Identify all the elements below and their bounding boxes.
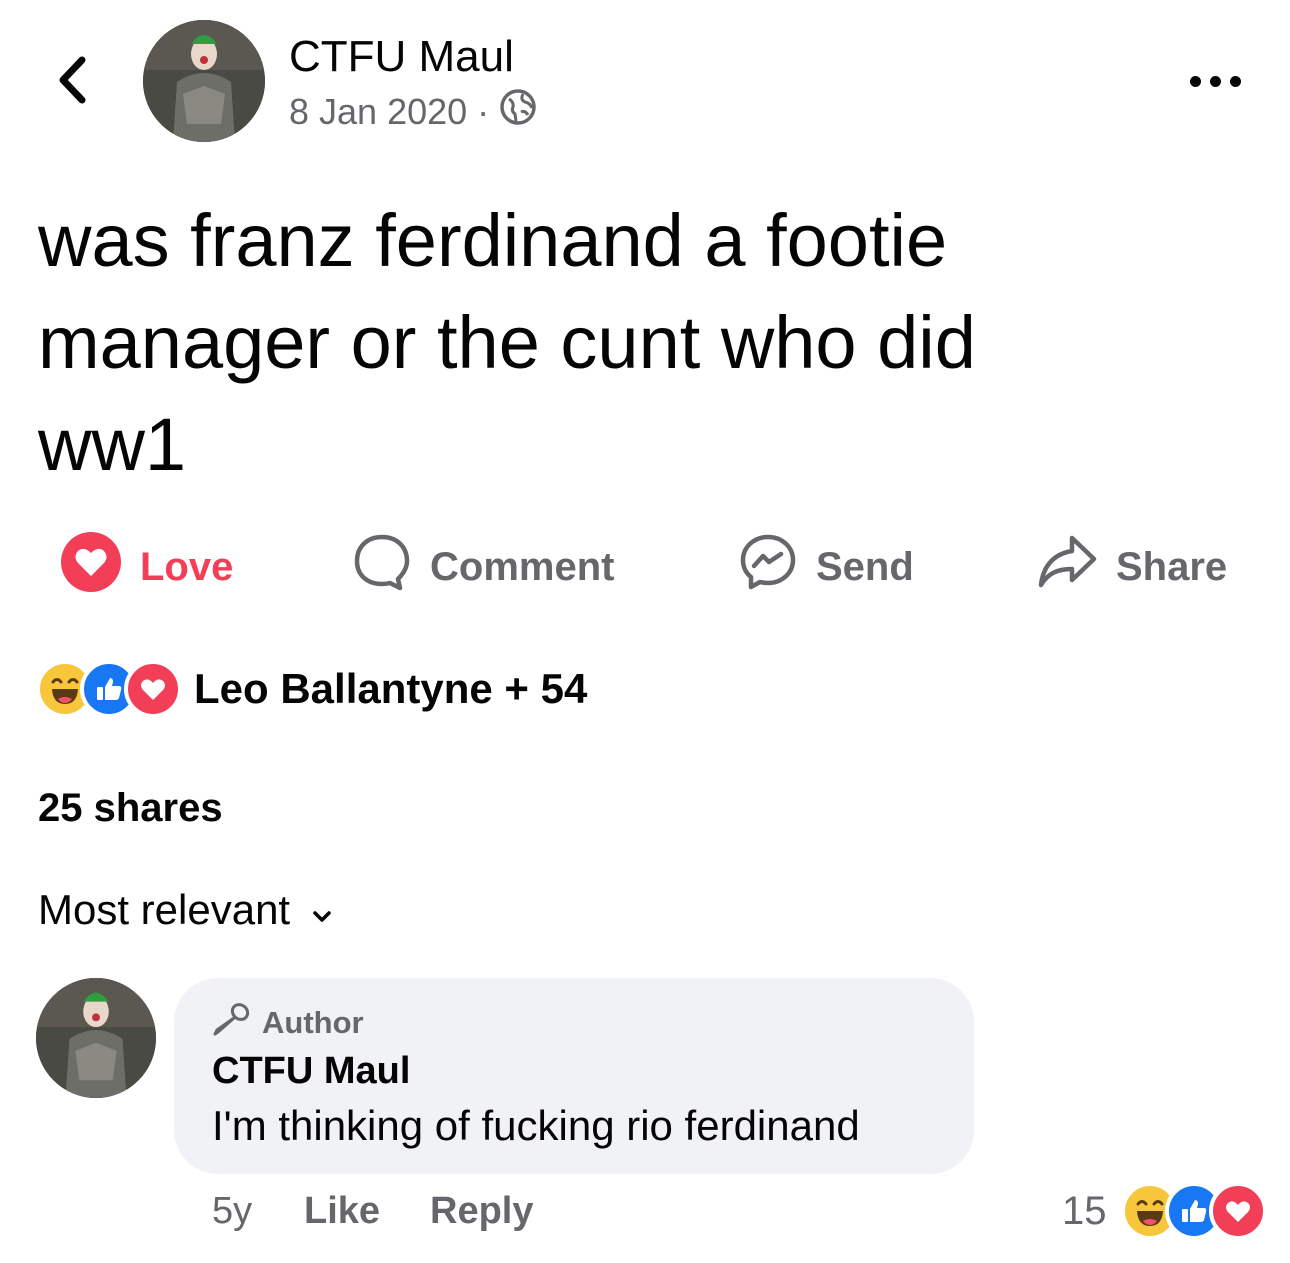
love-button[interactable]: Love bbox=[60, 531, 234, 603]
chevron-down-icon bbox=[312, 886, 332, 934]
comment-button[interactable]: Comment bbox=[352, 534, 614, 600]
commenter-name[interactable]: CTFU Maul bbox=[212, 1050, 410, 1093]
post-author-name[interactable]: CTFU Maul bbox=[289, 32, 514, 82]
comment-reaction-count: 15 bbox=[1062, 1188, 1107, 1233]
comment-reaction-icons bbox=[1120, 1182, 1267, 1240]
sort-label: Most relevant bbox=[38, 886, 291, 933]
author-badge-label: Author bbox=[262, 1005, 364, 1040]
comment-text: I'm thinking of fucking rio ferdinand bbox=[212, 1102, 860, 1149]
more-options-button[interactable] bbox=[1180, 66, 1250, 96]
post-text-line: ww1 bbox=[38, 403, 187, 486]
microphone-icon bbox=[212, 1002, 252, 1044]
reactions-summary[interactable]: Leo Ballantyne + 54 bbox=[36, 656, 587, 722]
meta-separator: · bbox=[477, 90, 490, 132]
comment-bubble-icon bbox=[352, 532, 412, 602]
comment-reply-button[interactable]: Reply bbox=[430, 1190, 533, 1233]
share-button[interactable]: Share bbox=[1036, 534, 1227, 600]
comment-label: Comment bbox=[430, 544, 615, 589]
author-badge: Author bbox=[212, 1002, 364, 1044]
messenger-icon bbox=[738, 532, 798, 602]
reactions-text: Leo Ballantyne + 54 bbox=[194, 665, 588, 712]
comment-age: 5y bbox=[212, 1190, 253, 1232]
send-button[interactable]: Send bbox=[738, 534, 914, 600]
love-label: Love bbox=[140, 544, 234, 589]
post-meta: 8 Jan 2020 · bbox=[289, 88, 537, 135]
reaction-icons bbox=[36, 660, 182, 718]
post-text-line: manager or the cunt who did bbox=[38, 301, 976, 384]
send-label: Send bbox=[816, 544, 914, 589]
globe-icon bbox=[499, 88, 537, 135]
share-label: Share bbox=[1116, 544, 1228, 589]
love-reaction-icon bbox=[124, 660, 182, 718]
comment-sort-dropdown[interactable]: Most relevant bbox=[38, 886, 332, 934]
post-date[interactable]: 8 Jan 2020 bbox=[289, 91, 467, 133]
shares-count[interactable]: 25 shares bbox=[38, 786, 223, 831]
commenter-avatar[interactable] bbox=[36, 978, 156, 1098]
back-button[interactable] bbox=[44, 50, 100, 114]
comment-like-button[interactable]: Like bbox=[304, 1190, 380, 1233]
comment-reactions[interactable]: 15 bbox=[1062, 1180, 1267, 1242]
post-text: was franz ferdinand a footie manager or … bbox=[38, 190, 1238, 496]
share-arrow-icon bbox=[1036, 532, 1098, 602]
love-reaction-icon bbox=[1208, 1182, 1267, 1240]
author-avatar[interactable] bbox=[143, 20, 265, 142]
chevron-left-icon bbox=[54, 54, 90, 111]
post-text-line: was franz ferdinand a footie bbox=[38, 199, 948, 282]
heart-icon bbox=[60, 531, 122, 603]
